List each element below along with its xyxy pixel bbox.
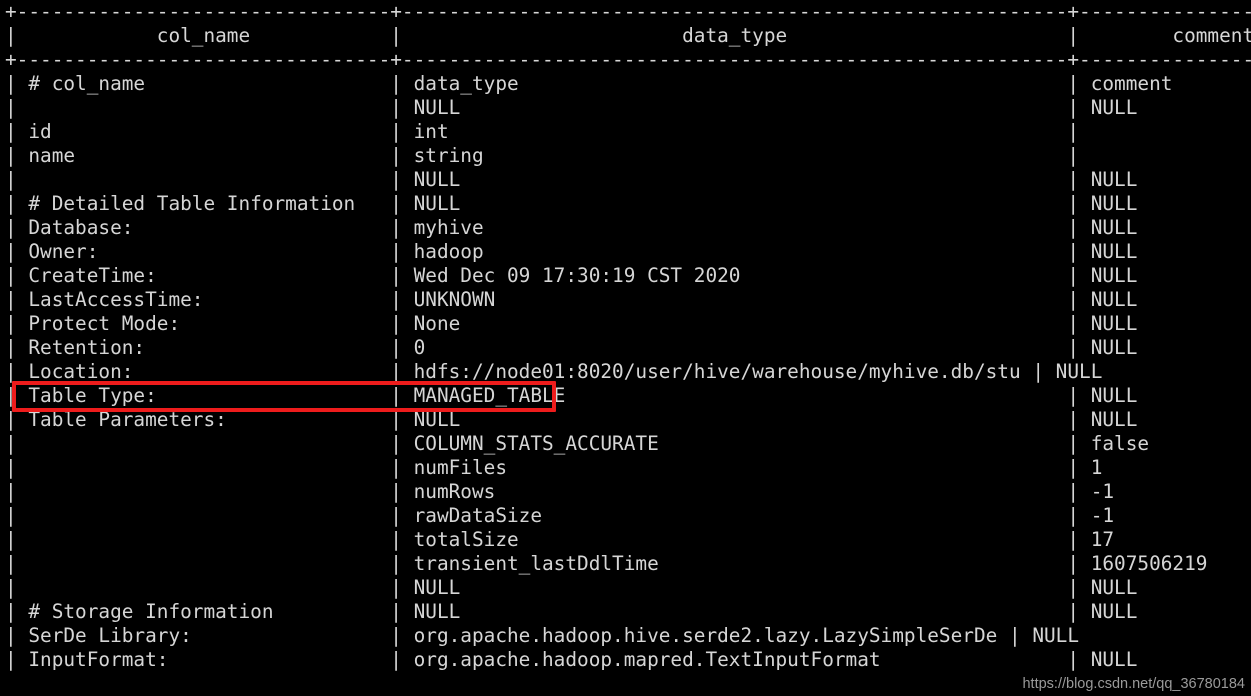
- table-row: | col_name | data_type | comment | |: [5, 24, 1251, 47]
- table-row: | # col_name | data_type | comment | |: [5, 72, 1173, 95]
- table-row: | Database: | myhive | NULL | |: [5, 216, 1138, 239]
- table-row: | | NULL | NULL | |: [5, 96, 1138, 119]
- watermark-url: https://blog.csdn.net/qq_36780184: [1022, 676, 1245, 692]
- table-row: | id | int | | |: [5, 120, 1080, 143]
- table-row: | | numRows | -1 | |: [5, 480, 1115, 503]
- terminal-window[interactable]: +--------------------------------+------…: [0, 0, 1251, 696]
- table-row: | Location: | hdfs://node01:8020/user/hi…: [5, 360, 1251, 383]
- table-row: | name | string | | |: [5, 144, 1080, 167]
- table-row: | LastAccessTime: | UNKNOWN | NULL | |: [5, 288, 1138, 311]
- table-row: | CreateTime: | Wed Dec 09 17:30:19 CST …: [5, 264, 1138, 287]
- table-border-row: +--------------------------------+------…: [5, 0, 1251, 23]
- table-row: | Protect Mode: | None | NULL | |: [5, 312, 1138, 335]
- table-row: | Retention: | 0 | NULL | |: [5, 336, 1138, 359]
- table-row: | Table Type: | MANAGED_TABLE | NULL | |: [5, 384, 1138, 407]
- table-row: | | transient_lastDdlTime | 1607506219 |…: [5, 552, 1208, 575]
- table-row: | Owner: | hadoop | NULL | |: [5, 240, 1138, 263]
- table-row: | | totalSize | 17 | |: [5, 528, 1115, 551]
- table-row: | | numFiles | 1 | |: [5, 456, 1103, 479]
- table-row: | | NULL | NULL | |: [5, 576, 1138, 599]
- table-row: | | rawDataSize | -1 | |: [5, 504, 1115, 527]
- table-row: | # Storage Information | NULL | NULL | …: [5, 600, 1138, 623]
- table-row: | Table Parameters: | NULL | NULL | |: [5, 408, 1138, 431]
- table-row: | # Detailed Table Information | NULL | …: [5, 192, 1138, 215]
- table-row: | InputFormat: | org.apache.hadoop.mapre…: [5, 648, 1138, 671]
- table-row: | SerDe Library: | org.apache.hadoop.hiv…: [5, 624, 1251, 647]
- table-border-row: +--------------------------------+------…: [5, 48, 1251, 71]
- table-row: | | COLUMN_STATS_ACCURATE | false | |: [5, 432, 1150, 455]
- table-row: | | NULL | NULL | |: [5, 168, 1138, 191]
